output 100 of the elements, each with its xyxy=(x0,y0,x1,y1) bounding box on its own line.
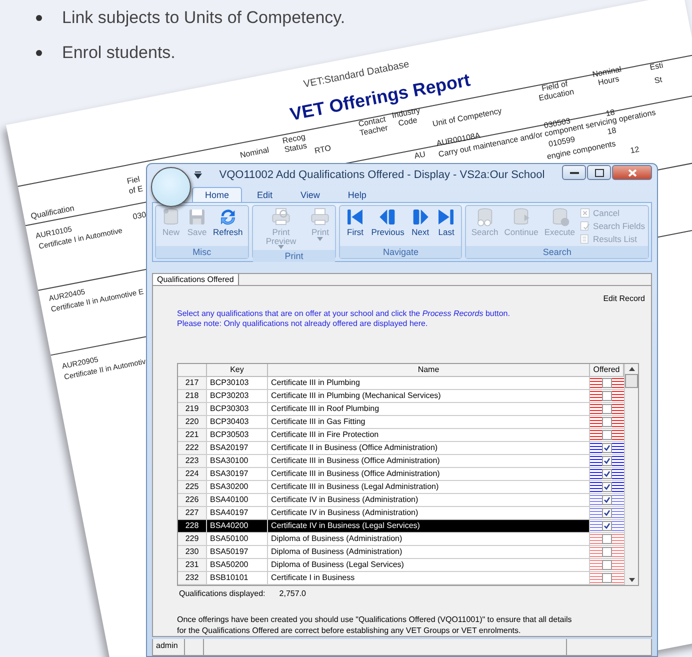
checkbox[interactable] xyxy=(602,521,612,532)
table-cell: BSA40200 xyxy=(207,520,268,534)
table-cell: Certificate III in Business (Legal Administration) xyxy=(268,481,590,494)
table-cell: BSA30197 xyxy=(207,468,268,482)
instruction-text: Select any qualifications that are on offer at your school and click the Process Records button. xyxy=(177,309,511,320)
checkbox[interactable] xyxy=(602,443,612,454)
table-cell: BCP30503 xyxy=(207,429,268,442)
checkbox[interactable] xyxy=(602,430,612,440)
report-column-header: Esti xyxy=(649,60,664,72)
ribbon-button[interactable]: First xyxy=(343,206,368,236)
row-number: 228 xyxy=(178,520,207,534)
table-cell: Diploma of Business (Legal Services) xyxy=(268,559,590,572)
ribbon-button[interactable]: Refresh xyxy=(211,206,245,236)
table-cell: Certificate III in Roof Plumbing xyxy=(268,403,590,416)
checkbox[interactable] xyxy=(602,456,612,466)
checkbox[interactable] xyxy=(602,469,612,480)
minimize-button[interactable] xyxy=(562,165,586,180)
report-column-header: Field of Education xyxy=(537,78,576,105)
ribbon-group-label: Navigate xyxy=(340,246,462,258)
mode-label: Edit Record xyxy=(603,294,645,304)
window-title: VQO11002 Add Qualifications Offered - Display - VS2a:Our School xyxy=(218,168,546,181)
row-number: 217 xyxy=(178,377,207,390)
row-number: 221 xyxy=(178,429,207,442)
table-cell: Diploma of Business (Administration) xyxy=(268,533,590,546)
ribbon-group-label: Search xyxy=(466,246,648,258)
application-orb-button[interactable] xyxy=(151,167,191,207)
ribbon-tab[interactable]: Help xyxy=(334,186,380,202)
checkbox[interactable] xyxy=(602,404,612,414)
ribbon-button[interactable]: Next xyxy=(408,206,432,236)
table-cell: BCP30303 xyxy=(207,403,268,416)
report-cell: 010599 xyxy=(548,134,576,149)
checkbox[interactable] xyxy=(602,560,612,570)
checkbox[interactable] xyxy=(602,378,612,388)
minimize-icon xyxy=(570,170,578,174)
table-cell: BCP30203 xyxy=(207,390,268,404)
report-column-header: of E xyxy=(128,184,144,196)
report-cell: 18 xyxy=(606,126,617,136)
row-number: 218 xyxy=(178,390,207,404)
table-cell: Certificate III in Business (Office Administration) xyxy=(268,468,590,482)
ribbon-tab[interactable]: View xyxy=(288,186,333,202)
table-cell: BSA50100 xyxy=(207,533,268,546)
table-cell: BSA30200 xyxy=(207,481,268,494)
table-cell: BSA40100 xyxy=(207,494,268,508)
ribbon-button[interactable]: Last xyxy=(434,206,458,236)
ribbon-group-label: Misc xyxy=(156,246,248,258)
checklist-icon xyxy=(579,220,592,232)
cancel-icon xyxy=(579,206,592,219)
row-number: 229 xyxy=(178,533,207,546)
table-cell: BSB10101 xyxy=(207,572,268,586)
bullet-icon xyxy=(36,15,42,21)
column-header: Offered xyxy=(590,364,624,378)
report-column-header: St xyxy=(654,75,663,86)
summary-value: 2,757.0 xyxy=(279,589,306,598)
ribbon-tab[interactable]: Edit xyxy=(244,186,286,202)
table-cell: BSA30100 xyxy=(207,455,268,468)
row-number: 219 xyxy=(178,403,207,416)
ribbon-button[interactable]: Previous xyxy=(369,206,406,236)
report-column-header: Qualification xyxy=(30,204,76,222)
table-cell: Diploma of Business (Administration) xyxy=(268,546,590,560)
database-icon xyxy=(161,206,181,227)
close-icon xyxy=(628,168,636,176)
maximize-button[interactable] xyxy=(587,165,611,180)
database-icon xyxy=(474,206,495,227)
dropdown-icon[interactable] xyxy=(194,170,202,179)
document-tab[interactable]: Qualifications Offered xyxy=(153,274,239,286)
ribbon-group-label: Print xyxy=(252,250,336,262)
checkbox[interactable] xyxy=(602,547,612,558)
table-cell: Certificate III in Fire Protection xyxy=(268,429,590,442)
table-cell: Certificate I in Business xyxy=(268,572,590,586)
status-user: admin xyxy=(153,639,185,655)
table-cell: BCP30403 xyxy=(207,416,268,430)
checkbox[interactable] xyxy=(602,573,612,584)
report-cell-text: 18 xyxy=(605,108,616,118)
ribbon-tab[interactable]: Home xyxy=(192,186,242,202)
note-text: Once offerings have been created you should use "Qualifications Offered (VQO11001)" to ensure that all details for the Qualifications Offered are correct before establishing any VET Groups or VET enrolments. xyxy=(177,614,573,636)
checkbox[interactable] xyxy=(602,495,612,506)
last-record-icon xyxy=(436,206,456,227)
checkbox[interactable] xyxy=(602,417,612,428)
close-button[interactable] xyxy=(612,165,652,180)
summary-label: Qualifications displayed: xyxy=(179,589,266,598)
row-number: 227 xyxy=(178,507,207,520)
checkbox[interactable] xyxy=(602,482,612,492)
scrollbar-thumb[interactable] xyxy=(625,374,638,388)
report-column-header: Fiel xyxy=(126,174,140,186)
row-number: 224 xyxy=(178,468,207,482)
checkbox[interactable] xyxy=(602,391,612,402)
scroll-down-icon[interactable] xyxy=(628,578,634,582)
table-cell: Certificate III in Gas Fitting xyxy=(268,416,590,430)
scroll-up-icon[interactable] xyxy=(628,367,634,372)
database-icon xyxy=(511,206,532,227)
table-cell: BSA20197 xyxy=(207,442,268,456)
report-column-header: Nominal xyxy=(239,145,270,160)
checkbox[interactable] xyxy=(602,508,612,518)
bullet-text: Link subjects to Units of Competency. xyxy=(62,8,346,28)
row-number: 230 xyxy=(178,546,207,560)
printer-icon xyxy=(271,206,292,227)
report-column-header: Recog Status xyxy=(280,131,309,156)
scrollbar[interactable] xyxy=(624,364,638,586)
checkbox[interactable] xyxy=(602,534,612,544)
table-cell: Certificate III in Business (Office Administration) xyxy=(268,455,590,468)
